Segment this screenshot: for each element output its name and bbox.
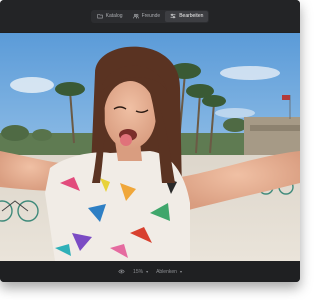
people-icon	[132, 13, 139, 19]
zoom-dropdown[interactable]: 15% ▾	[133, 269, 148, 275]
tab-katalog[interactable]: Katalog	[92, 11, 128, 22]
folder-icon	[96, 14, 103, 19]
tab-freunde-label: Freunde	[141, 13, 161, 19]
tab-katalog-label: Katalog	[105, 13, 123, 19]
tab-bearbeiten-label: Bearbeiten	[179, 13, 204, 19]
chevron-down-icon: ▾	[146, 269, 149, 274]
top-toolbar: Katalog Freunde Bearbeiten	[0, 0, 300, 32]
chevron-down-icon: ▾	[179, 269, 182, 274]
photo-canvas[interactable]	[0, 33, 300, 261]
view-mode-label: Ablenken	[156, 268, 177, 275]
selfie-photo	[0, 33, 300, 261]
eye-icon	[118, 269, 125, 274]
tab-bearbeiten[interactable]: Bearbeiten	[165, 10, 209, 22]
sliders-icon	[170, 13, 176, 19]
mode-tab-group: Katalog Freunde Bearbeiten	[90, 9, 210, 23]
view-mode-dropdown[interactable]: Ablenken ▾	[156, 269, 182, 275]
zoom-label: 15%	[133, 268, 144, 275]
view-toggle[interactable]	[118, 268, 125, 275]
app-window: Katalog Freunde Bearbeiten 15% ▾ Ablenke…	[0, 0, 300, 282]
bottom-bar: 15% ▾ Ablenken ▾	[0, 261, 300, 282]
tab-freunde[interactable]: Freunde	[128, 11, 166, 22]
